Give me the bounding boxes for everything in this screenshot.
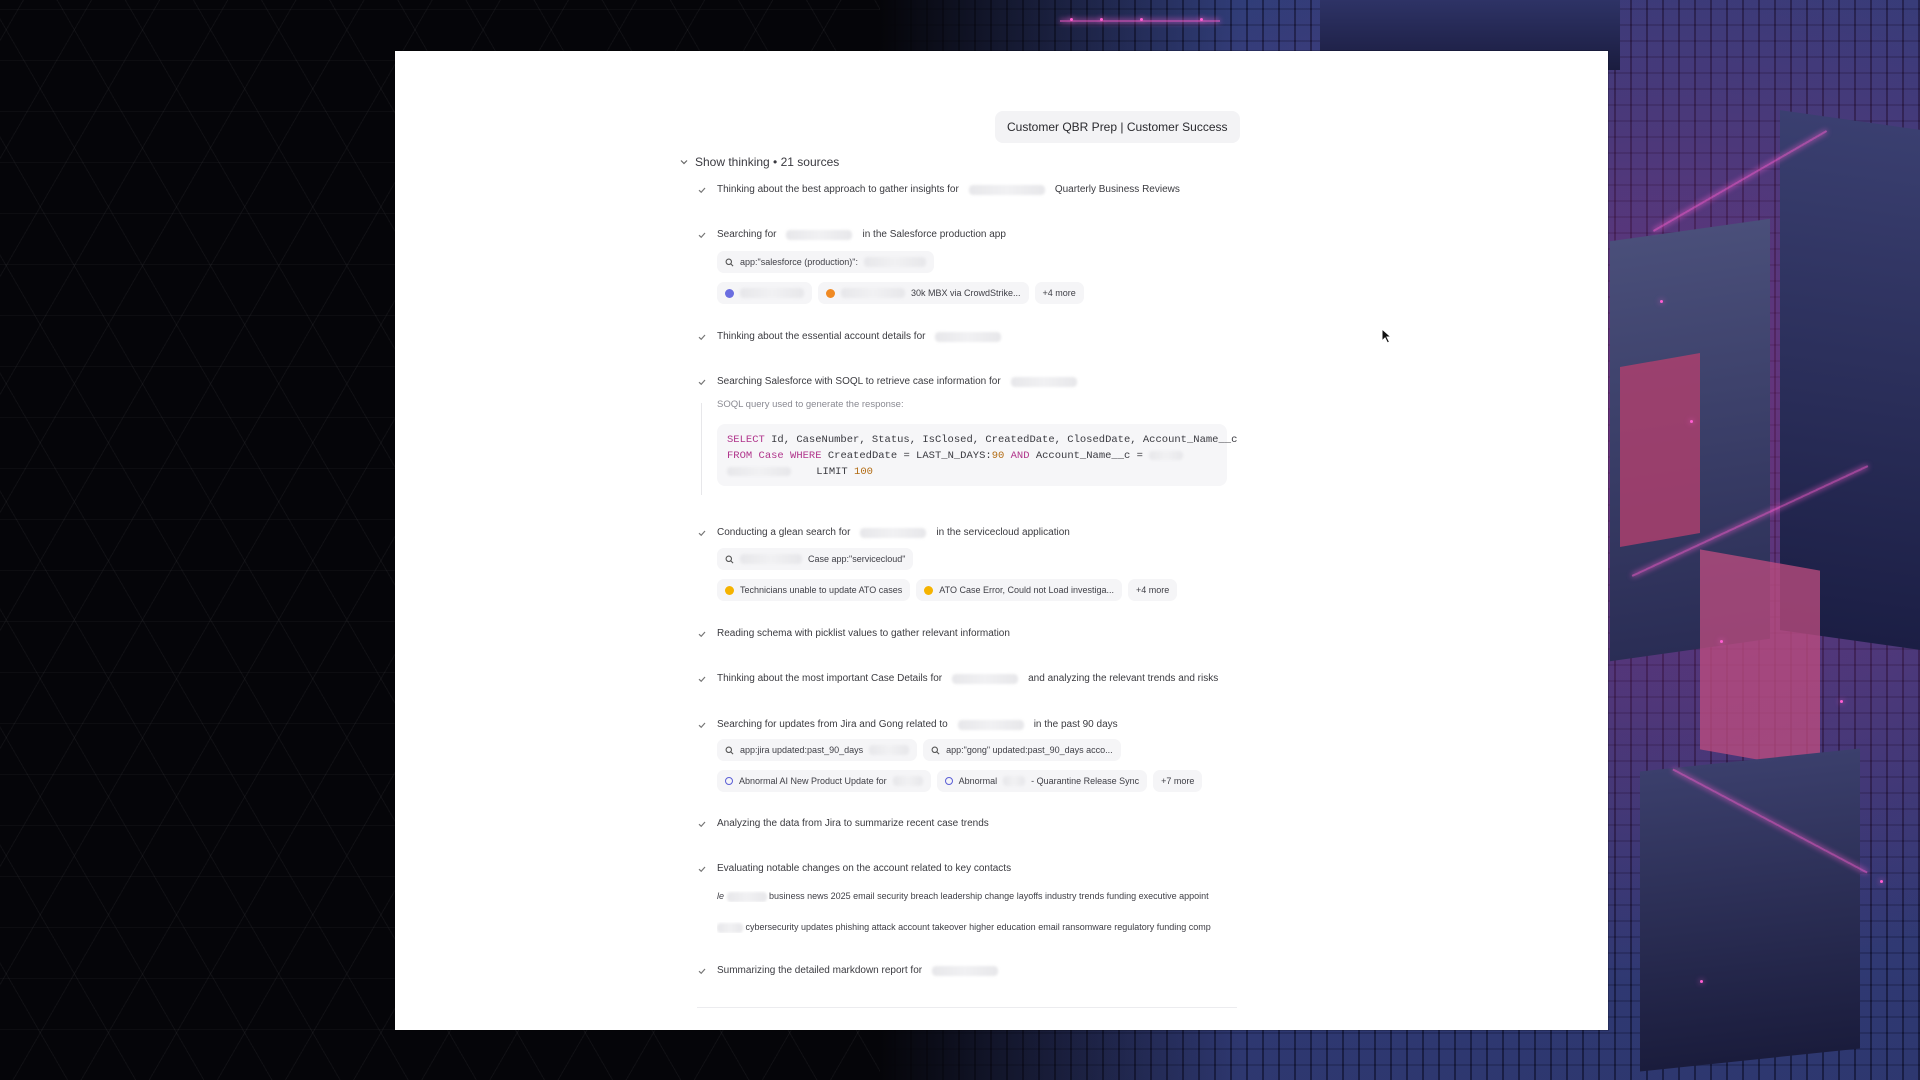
- sources-row: 30k MBX via CrowdStrike... +4 more: [717, 282, 1084, 304]
- divider: [697, 1007, 1237, 1008]
- redacted-text: [841, 288, 905, 298]
- redacted-text: [786, 229, 853, 240]
- search-query-pill[interactable]: app:"salesforce (production)":: [717, 251, 934, 273]
- thinking-step: Reading schema with picklist values to g…: [697, 628, 1010, 639]
- search-query-row: app:"salesforce (production)":: [717, 251, 934, 273]
- redacted-text: [860, 527, 927, 538]
- soql-label: SOQL query used to generate the response…: [717, 399, 904, 410]
- check-icon: [698, 530, 706, 536]
- redacted-text: [935, 331, 1002, 342]
- redacted-text: [717, 922, 743, 933]
- web-search-query[interactable]: cybersecurity updates phishing attack ac…: [717, 922, 1227, 933]
- chevron-down-icon: [680, 160, 688, 165]
- redacted-text: [932, 965, 999, 976]
- thinking-step: Thinking about the best approach to gath…: [697, 184, 1180, 195]
- redacted-text: [968, 184, 1045, 195]
- sources-row: Technicians unable to update ATO cases A…: [717, 579, 1178, 601]
- gong-icon: [944, 777, 953, 785]
- salesforce-icon: [725, 288, 734, 298]
- more-sources-button[interactable]: +7 more: [1153, 770, 1203, 792]
- source-chip[interactable]: Abnormal AI New Product Update for: [717, 770, 931, 792]
- redacted-text: [726, 891, 767, 902]
- redacted-text: [952, 673, 1019, 684]
- redacted-text: [869, 745, 910, 755]
- search-icon: [725, 555, 734, 563]
- thinking-step: Thinking about the essential account det…: [697, 331, 1002, 342]
- source-chip[interactable]: Abnormal - Quarantine Release Sync: [936, 770, 1148, 792]
- sources-row: Abnormal AI New Product Update for Abnor…: [717, 770, 1203, 792]
- source-chip[interactable]: [717, 282, 812, 304]
- redacted-text: [1010, 376, 1077, 387]
- check-icon: [698, 334, 706, 340]
- check-icon: [698, 631, 706, 637]
- show-thinking-toggle[interactable]: Show thinking • 21 sources: [679, 155, 839, 169]
- mouse-cursor-icon: [1381, 328, 1393, 344]
- chat-panel: Customer QBR Prep | Customer Success Sho…: [395, 51, 1608, 1030]
- search-icon: [931, 746, 940, 754]
- soql-code-block: SELECT Id, CaseNumber, Status, IsClosed,…: [717, 424, 1237, 486]
- case-icon: [924, 585, 934, 595]
- thinking-step: Evaluating notable changes on the accoun…: [697, 863, 1011, 874]
- show-thinking-label: Show thinking • 21 sources: [695, 155, 840, 169]
- search-icon: [725, 746, 734, 754]
- gong-icon: [725, 777, 733, 785]
- search-query-pill[interactable]: Case app:"servicecloud": [717, 548, 914, 570]
- thinking-step: Summarizing the detailed markdown report…: [697, 965, 999, 976]
- more-sources-button[interactable]: +4 more: [1034, 282, 1084, 304]
- redacted-text: [1003, 776, 1026, 786]
- more-sources-button[interactable]: +4 more: [1128, 579, 1178, 601]
- source-chip[interactable]: 30k MBX via CrowdStrike...: [818, 282, 1029, 304]
- redacted-text: [863, 257, 926, 267]
- check-icon: [698, 232, 706, 238]
- redacted-text: [892, 776, 923, 786]
- redacted-text: [957, 719, 1024, 730]
- redacted-text: [740, 554, 802, 564]
- source-chip[interactable]: Technicians unable to update ATO cases: [717, 579, 911, 601]
- search-icon: [725, 258, 734, 266]
- thinking-step: Searching Salesforce with SOQL to retrie…: [697, 376, 1077, 387]
- web-search-query[interactable]: le business news 2025 email security bre…: [717, 891, 1227, 902]
- check-icon: [698, 187, 706, 193]
- redacted-text: [740, 288, 804, 298]
- thinking-step: Searching for in the Salesforce producti…: [697, 229, 1006, 240]
- thinking-step: Conducting a glean search for in the ser…: [697, 527, 1070, 538]
- thinking-step: Analyzing the data from Jira to summariz…: [697, 818, 989, 829]
- check-icon: [698, 676, 706, 682]
- search-query-row: Case app:"servicecloud": [717, 548, 914, 570]
- search-query-pill[interactable]: app:"gong" updated:past_90_days acco...: [923, 739, 1121, 761]
- redacted-text: [727, 466, 791, 476]
- case-icon: [725, 585, 734, 595]
- check-icon: [698, 821, 706, 827]
- conversation-title-chip[interactable]: Customer QBR Prep | Customer Success: [995, 111, 1240, 143]
- search-query-pill[interactable]: app:jira updated:past_90_days: [717, 739, 918, 761]
- source-chip[interactable]: ATO Case Error, Could not Load investiga…: [916, 579, 1123, 601]
- check-icon: [698, 968, 706, 974]
- document-icon: [826, 288, 835, 298]
- redacted-text: [1149, 450, 1184, 460]
- check-icon: [698, 379, 706, 385]
- check-icon: [698, 866, 706, 872]
- thinking-step: Thinking about the most important Case D…: [697, 673, 1218, 684]
- check-icon: [698, 722, 706, 728]
- thinking-step: Searching for updates from Jira and Gong…: [697, 719, 1118, 730]
- search-query-row: app:jira updated:past_90_days app:"gong"…: [717, 739, 1121, 761]
